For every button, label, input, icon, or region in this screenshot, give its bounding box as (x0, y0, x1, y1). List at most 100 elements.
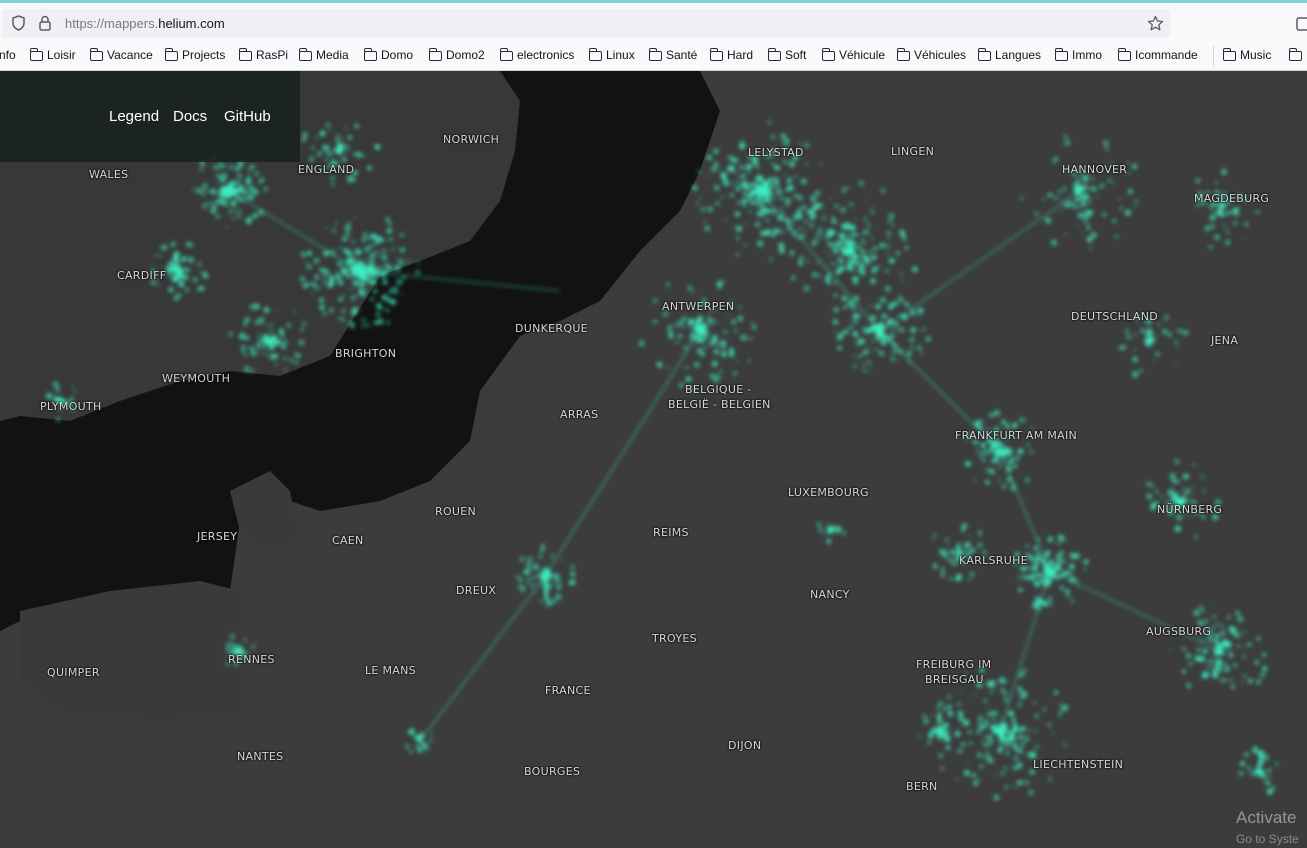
coverage-hex (316, 286, 320, 290)
coverage-hex (1060, 210, 1062, 213)
coverage-hex (932, 538, 935, 541)
bookmark-icommande[interactable]: Icommande (1117, 48, 1198, 64)
bookmark-hard[interactable]: Hard (709, 48, 754, 64)
url-bar[interactable]: https://mappers.helium.com (2, 9, 1170, 38)
coverage-hex (250, 218, 252, 221)
folder-icon (164, 48, 178, 61)
coverage-hex (416, 737, 420, 742)
coverage-hex (1063, 742, 1067, 746)
bookmark-soft[interactable]: Soft (767, 48, 806, 64)
bookmark-loisir[interactable]: Loisir (29, 48, 76, 64)
coverage-hex (897, 359, 900, 362)
bookmark-more[interactable] (1288, 48, 1306, 64)
coverage-hex (366, 278, 371, 284)
coverage-hex (961, 523, 967, 529)
lock-icon[interactable] (38, 15, 52, 34)
url-text[interactable]: https://mappers.helium.com (65, 16, 225, 31)
legend-link[interactable]: Legend (109, 108, 159, 125)
coverage-hex (819, 226, 822, 229)
coverage-map[interactable]: WALES ENGLAND NORWICH CARDIFF WEYMOUTH P… (0, 71, 1307, 848)
coverage-hex (847, 224, 853, 230)
coverage-hex (1193, 463, 1196, 466)
extensions-icon[interactable] (1296, 15, 1307, 34)
coverage-hex (1000, 688, 1006, 693)
bookmark-domo[interactable]: Domo (363, 48, 413, 64)
coverage-hex (712, 338, 716, 341)
coverage-hex (999, 679, 1004, 684)
coverage-hex (1017, 448, 1024, 455)
bookmark-vehicules[interactable]: Véhicules (896, 48, 966, 64)
coverage-hex (1001, 461, 1004, 464)
shield-icon[interactable] (11, 15, 26, 34)
coverage-hex (708, 331, 711, 334)
coverage-hex (1035, 745, 1039, 749)
coverage-hex (263, 333, 269, 340)
coverage-hex (56, 387, 60, 392)
bookmark-immo[interactable]: Immo (1054, 48, 1102, 64)
coverage-hex (858, 337, 862, 340)
coverage-hex (1215, 652, 1217, 655)
coverage-hex (998, 441, 1003, 447)
coverage-hex (223, 196, 226, 199)
folder-icon (428, 48, 442, 61)
coverage-hex (1132, 371, 1139, 378)
coverage-hex (780, 207, 783, 210)
label-jersey: JERSEY (197, 530, 238, 543)
docs-link[interactable]: Docs (173, 108, 207, 125)
coverage-hex (269, 329, 274, 333)
coverage-hex (989, 447, 994, 453)
bookmark-nfo[interactable]: nfo (0, 48, 16, 64)
bookmark-vacance[interactable]: Vacance (89, 48, 153, 64)
coverage-hex (957, 702, 961, 706)
bookmark-linux[interactable]: Linux (588, 48, 635, 64)
coverage-hex (252, 213, 258, 219)
coverage-hex (1077, 214, 1082, 218)
bookmark-electronics[interactable]: electronics (499, 48, 574, 64)
coverage-hex (890, 327, 893, 331)
coverage-hex (887, 304, 894, 310)
bookmark-media[interactable]: Media (298, 48, 349, 64)
coverage-hex (1043, 574, 1048, 578)
coverage-hex (721, 351, 727, 358)
star-bookmark-icon[interactable] (1147, 15, 1164, 35)
coverage-hex (702, 330, 705, 334)
bookmark-vehicule[interactable]: Véhicule (821, 48, 885, 64)
github-link[interactable]: GitHub (224, 108, 271, 125)
bookmark-music[interactable]: Music (1222, 48, 1271, 64)
coverage-hex (1164, 319, 1167, 322)
folder-icon (298, 48, 312, 61)
coverage-hex (1034, 714, 1039, 719)
bookmark-label: Hard (727, 48, 754, 62)
coverage-hex (248, 193, 254, 200)
bookmark-projects[interactable]: Projects (164, 48, 225, 64)
coverage-hex (313, 283, 317, 288)
coverage-hex (945, 745, 951, 750)
bookmark-langues[interactable]: Langues (977, 48, 1041, 64)
coverage-hex (527, 556, 533, 562)
label-freiburg-1: FREIBURG IM (916, 658, 992, 671)
coverage-hex (1021, 780, 1025, 784)
coverage-hex (539, 600, 543, 604)
coverage-hex (245, 197, 249, 200)
coverage-hex (353, 152, 357, 156)
bookmark-domo2[interactable]: Domo2 (428, 48, 485, 64)
coverage-hex (374, 320, 379, 325)
coverage-hex (703, 338, 706, 341)
bookmark-raspi[interactable]: RasPi (238, 48, 288, 64)
bookmark-sante[interactable]: Santé (648, 48, 697, 64)
coverage-hex (1081, 201, 1087, 207)
coverage-hex (986, 680, 993, 687)
coverage-hex (1196, 647, 1201, 652)
coverage-hex (750, 337, 753, 340)
coverage-hex (1015, 456, 1020, 461)
coverage-hex (910, 346, 914, 349)
coverage-hex (1251, 770, 1257, 776)
coverage-hex (1187, 497, 1191, 501)
coverage-hex (831, 262, 836, 266)
coverage-hex (860, 255, 863, 258)
coverage-hex (1051, 566, 1053, 569)
coverage-hex (415, 270, 421, 275)
coverage-hex (351, 273, 357, 278)
folder-icon (1222, 48, 1236, 61)
coverage-hex (771, 135, 775, 139)
